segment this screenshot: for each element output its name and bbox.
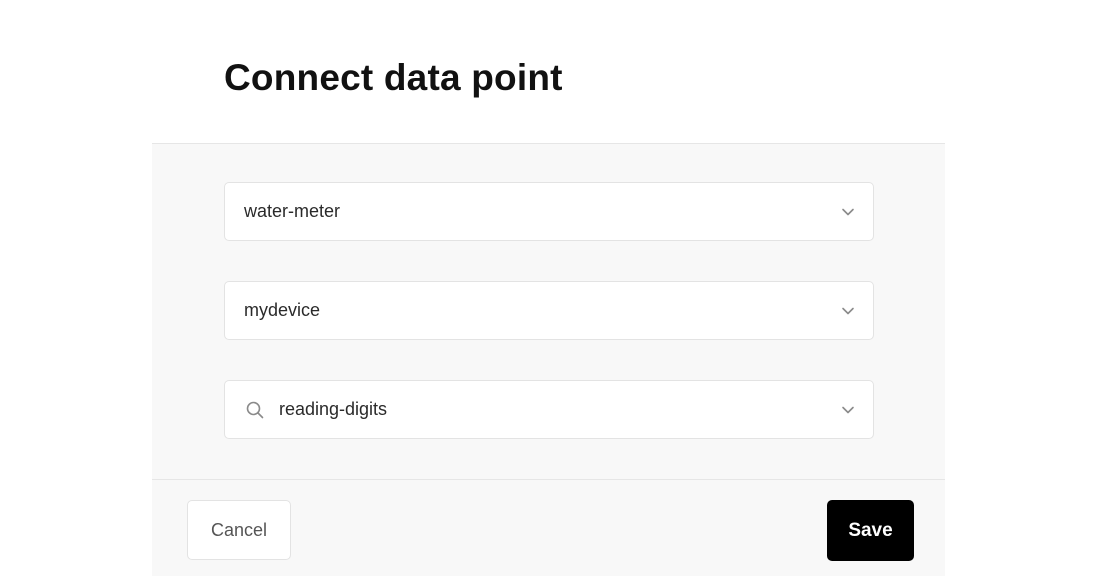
- device-select-value: mydevice: [244, 300, 321, 320]
- dialog-body: water-meter mydevice reading-digits: [152, 144, 945, 480]
- device-select[interactable]: mydevice: [224, 281, 874, 340]
- cancel-button[interactable]: Cancel: [187, 500, 291, 560]
- dialog-footer: Cancel Save: [152, 480, 945, 576]
- product-select[interactable]: water-meter: [224, 182, 874, 241]
- chevron-down-icon: [842, 307, 854, 315]
- product-select-value: water-meter: [244, 201, 341, 221]
- chevron-down-icon: [842, 208, 854, 216]
- search-icon: [246, 401, 264, 419]
- save-button[interactable]: Save: [827, 500, 914, 561]
- chevron-down-icon: [842, 406, 854, 414]
- page: Connect data point water-meter mydevice: [0, 0, 1104, 588]
- data-point-search-select[interactable]: reading-digits: [224, 380, 874, 439]
- connect-data-point-dialog: Connect data point water-meter mydevice: [152, 0, 945, 576]
- data-point-search-value: reading-digits: [279, 399, 388, 419]
- dialog-header: Connect data point: [152, 0, 945, 144]
- dialog-title: Connect data point: [224, 57, 563, 98]
